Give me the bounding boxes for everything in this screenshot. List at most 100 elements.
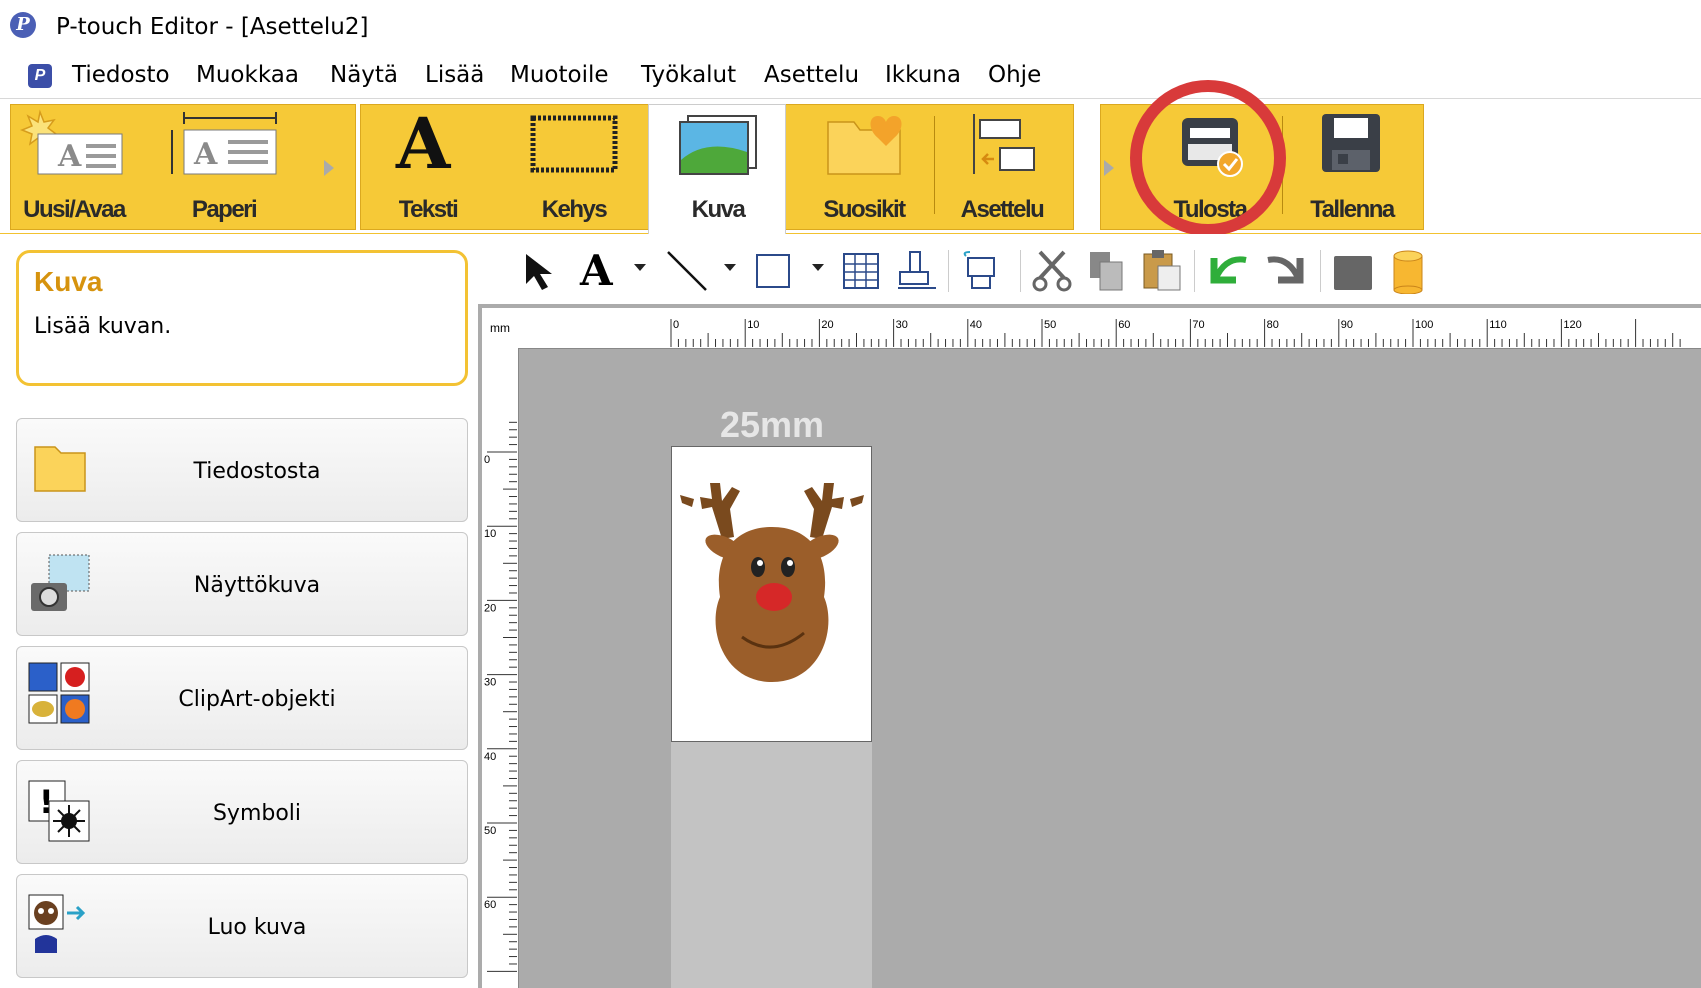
text-icon: A (396, 102, 451, 185)
toolbar-separator (948, 250, 949, 292)
ruler-tick-label: 30 (484, 677, 496, 689)
screenshot-label: Näyttökuva (193, 573, 321, 598)
from-file-button[interactable]: Tiedostosta (16, 418, 468, 522)
ruler-tick-label: 20 (484, 602, 496, 614)
ruler-tick-label: 0 (484, 454, 490, 466)
symbol-icon: ! (28, 780, 90, 842)
symbol-button[interactable]: ! Symboli (16, 760, 468, 864)
layout-icon (973, 114, 1035, 174)
align-tool-icon[interactable] (896, 250, 938, 292)
favorites-label: Suosikit (823, 196, 906, 223)
menu-asettelu[interactable]: Asettelu (764, 62, 859, 88)
ruler-tick-label: 20 (821, 319, 833, 331)
ruler-tick-label: 70 (1192, 319, 1204, 331)
table-tool-icon[interactable] (842, 252, 880, 290)
frame-button[interactable]: Kehys (516, 108, 632, 224)
vertical-ruler: 0 10 20 30 40 50 60 (482, 348, 519, 988)
label-canvas[interactable] (671, 446, 872, 742)
toolbar-separator (1020, 250, 1021, 292)
dropdown-arrow-icon[interactable] (724, 264, 736, 271)
ruler-tick-label: 40 (970, 319, 982, 331)
ruler-tick-label: 50 (484, 825, 496, 837)
menu-lisaa[interactable]: Lisää (425, 62, 484, 88)
frame-label: Kehys (541, 196, 608, 223)
menu-nayta[interactable]: Näytä (330, 62, 398, 88)
paper-label: Paperi (191, 196, 258, 223)
undo-icon[interactable] (1206, 250, 1250, 292)
ruler-tick-label: 60 (484, 899, 496, 911)
text-label: Teksti (398, 196, 459, 223)
symbol-label: Symboli (212, 801, 302, 826)
document-menu-icon[interactable]: P (28, 64, 52, 88)
highlight-circle (1130, 80, 1286, 236)
panel-description: Lisää kuvan. (34, 314, 172, 339)
ruler-tick-label: 80 (1267, 319, 1279, 331)
dropdown-arrow-icon[interactable] (634, 264, 646, 271)
panel-title: Kuva (34, 266, 103, 297)
cut-icon[interactable] (1030, 248, 1074, 292)
save-label: Tallenna (1310, 196, 1395, 223)
ruler-tick-label: 90 (1341, 319, 1353, 331)
ruler-tick-label: 30 (896, 319, 908, 331)
paper-icon: A (171, 112, 277, 175)
screenshot-camera-icon (31, 554, 90, 611)
rotate-tool-icon[interactable] (960, 250, 1002, 292)
layout-editor[interactable] (478, 304, 1701, 988)
menu-tyokalut[interactable]: Työkalut (641, 62, 736, 88)
menu-muokkaa[interactable]: Muokkaa (196, 62, 299, 88)
layout-label: Asettelu (960, 196, 1045, 223)
svg-text:A: A (193, 137, 218, 172)
new-document-icon: A (19, 109, 123, 175)
menu-ikkuna[interactable]: Ikkuna (885, 62, 961, 88)
text-tool-icon[interactable]: A (580, 246, 613, 295)
database-icon[interactable] (1390, 250, 1426, 294)
toolbar-separator (1194, 250, 1195, 292)
clipart-button[interactable]: ClipArt-objekti (16, 646, 468, 750)
create-image-icon (28, 894, 86, 953)
ruler-tick-label: 120 (1563, 319, 1581, 331)
folder-icon (34, 446, 86, 492)
frame-icon (530, 115, 618, 173)
redo-icon[interactable] (1264, 250, 1308, 292)
image-label: Kuva (691, 196, 746, 223)
image-icon (679, 115, 757, 175)
line-tool-icon[interactable] (660, 248, 714, 296)
image-button[interactable]: Kuva (660, 108, 776, 224)
save-button[interactable]: Tallenna (1294, 108, 1410, 224)
screenshot-button[interactable]: Näyttökuva (16, 532, 468, 636)
horizontal-ruler: 0 10 20 30 40 50 60 70 80 90 100 110 120 (518, 308, 1701, 349)
favorites-button[interactable]: Suosikit (806, 108, 922, 224)
new-open-button[interactable]: A Uusi/Avaa (18, 108, 130, 224)
paste-icon[interactable] (1140, 248, 1184, 292)
expand-arrow-icon[interactable] (1104, 160, 1114, 176)
ruler-unit: mm (482, 308, 519, 349)
from-file-label: Tiedostosta (193, 459, 321, 484)
menu-tiedosto[interactable]: Tiedosto (72, 62, 170, 88)
ruler-tick-label: 100 (1415, 319, 1433, 331)
new-open-label: Uusi/Avaa (23, 196, 126, 223)
object-properties-icon[interactable] (1334, 256, 1372, 290)
create-image-button[interactable]: Luo kuva (16, 874, 468, 978)
copy-icon[interactable] (1086, 250, 1126, 292)
favorites-folder-icon (827, 116, 902, 175)
ruler-tick-label: 10 (747, 319, 759, 331)
menu-muotoile[interactable]: Muotoile (510, 62, 609, 88)
create-image-label: Luo kuva (207, 915, 307, 940)
window-title: P-touch Editor - [Asettelu2] (56, 14, 369, 40)
menu-ohje[interactable]: Ohje (988, 62, 1041, 88)
ptouch-app-icon: P (10, 12, 36, 38)
expand-arrow-icon[interactable] (324, 160, 334, 176)
select-arrow-icon[interactable] (520, 250, 560, 294)
ruler-tick-label: 40 (484, 751, 496, 763)
paper-button[interactable]: A Paperi (164, 108, 284, 224)
dropdown-arrow-icon[interactable] (812, 264, 824, 271)
toolbar-separator (1320, 250, 1321, 292)
floppy-disk-icon (1322, 114, 1380, 172)
rectangle-tool-icon[interactable] (756, 254, 790, 288)
ruler-tick-label: 60 (1118, 319, 1130, 331)
reindeer-image[interactable] (672, 447, 871, 741)
svg-text:A: A (57, 139, 82, 174)
text-button[interactable]: A Teksti (370, 102, 486, 224)
ruler-tick-label: 10 (484, 528, 496, 540)
layout-button[interactable]: Asettelu (944, 108, 1060, 224)
